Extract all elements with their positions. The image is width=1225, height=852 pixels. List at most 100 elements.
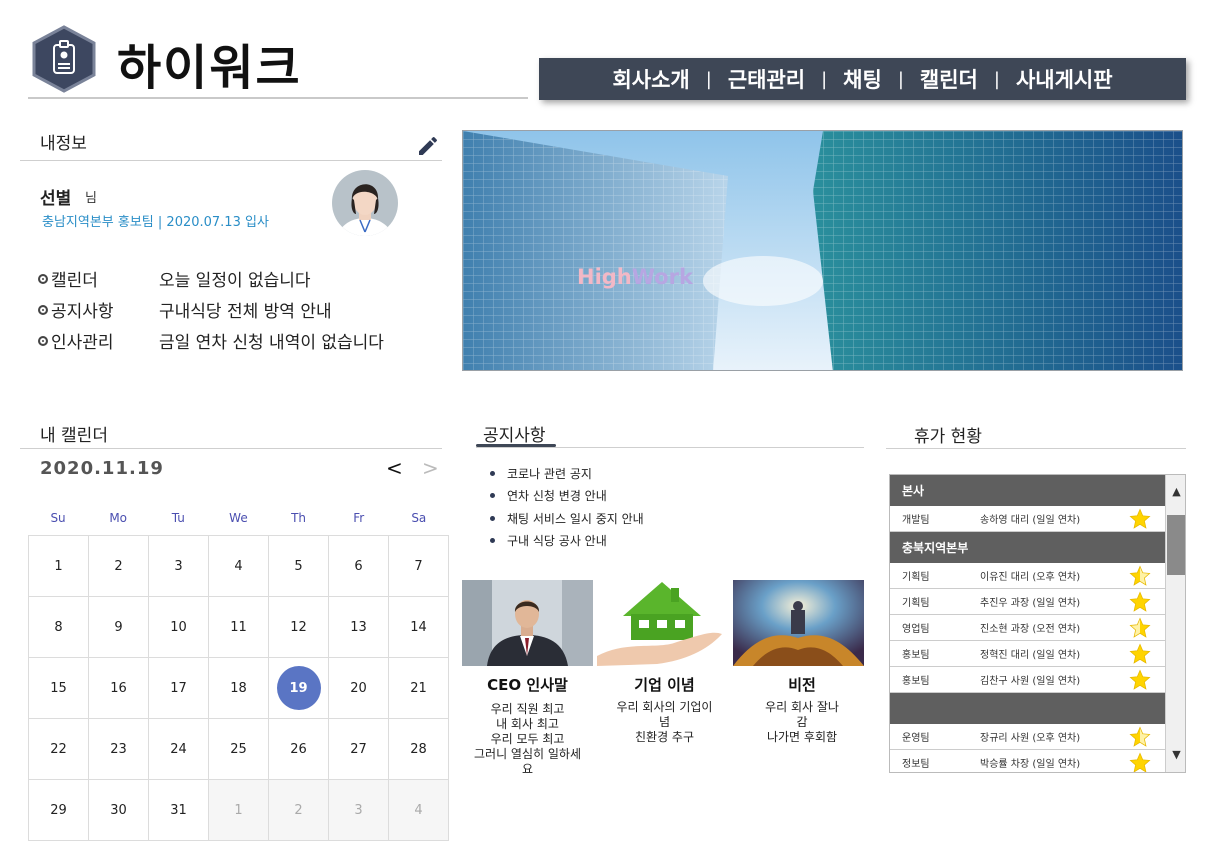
vacation-group-header: 본사: [890, 475, 1165, 506]
star-full-icon: [1125, 507, 1155, 530]
card-text-philosophy: 우리 회사의 기업이 념 친환경 추구: [616, 700, 713, 744]
notice-item[interactable]: 연차 신청 변경 안내: [490, 485, 644, 508]
calendar-day[interactable]: 15: [29, 658, 89, 719]
calendar-day[interactable]: 24: [149, 719, 209, 780]
notice-item[interactable]: 채팅 서비스 일시 중지 안내: [490, 507, 644, 530]
eco-house-photo[interactable]: [597, 580, 728, 666]
scroll-up-icon[interactable]: ▲: [1166, 481, 1185, 501]
calendar-day[interactable]: 13: [329, 597, 389, 658]
calendar-day[interactable]: 8: [29, 597, 89, 658]
info-row-label: 인사관리: [51, 333, 114, 353]
calendar-day[interactable]: 2: [89, 536, 149, 597]
info-row-value: 오늘 일정이 없습니다: [159, 271, 311, 291]
ceo-photo[interactable]: [462, 580, 593, 666]
calendar-day[interactable]: 27: [329, 719, 389, 780]
chevron-right-icon[interactable]: >: [422, 456, 439, 480]
calendar-day-today[interactable]: 19: [269, 658, 329, 719]
calendar-day[interactable]: 1: [29, 536, 89, 597]
calendar-day[interactable]: 22: [29, 719, 89, 780]
user-name-suffix: 님: [85, 191, 97, 206]
calendar-title: 내 캘린더: [40, 426, 108, 446]
nav-chat[interactable]: 채팅: [831, 64, 894, 94]
scrollbar-thumb[interactable]: [1167, 515, 1185, 575]
info-row-label: 공지사항: [51, 302, 114, 322]
info-row-hr[interactable]: 인사관리 금일 연차 신청 내역이 없습니다: [38, 328, 384, 353]
user-department: 충남지역본부 홍보팀 | 2020.07.13 입사: [42, 215, 269, 230]
vacation-row[interactable]: 기획팀 추진우 과장 (일일 연차): [890, 589, 1165, 615]
card-title-philosophy: 기업 이념: [634, 676, 695, 694]
calendar-day-next-month[interactable]: 1: [209, 780, 269, 841]
calendar-day[interactable]: 12: [269, 597, 329, 658]
nav-attendance[interactable]: 근태관리: [716, 64, 817, 94]
logo-icon[interactable]: [31, 25, 97, 93]
card-text-vision: 우리 회사 잘나 감 나가면 후회함: [765, 700, 839, 744]
calendar-day[interactable]: 29: [29, 780, 89, 841]
card-title-vision: 비전: [788, 676, 816, 694]
chevron-left-icon[interactable]: <: [386, 456, 403, 480]
calendar-day[interactable]: 9: [89, 597, 149, 658]
calendar-day[interactable]: 30: [89, 780, 149, 841]
nav-board[interactable]: 사내게시판: [1004, 64, 1125, 94]
weekday-label: Tu: [171, 511, 185, 525]
calendar-day[interactable]: 5: [269, 536, 329, 597]
calendar-day[interactable]: 23: [89, 719, 149, 780]
avatar[interactable]: [332, 170, 398, 236]
main-nav: 회사소개 | 근태관리 | 채팅 | 캘린더 | 사내게시판: [539, 58, 1186, 100]
edit-icon[interactable]: [416, 134, 440, 158]
banner-logo-work: Work: [631, 265, 693, 289]
calendar-day[interactable]: 31: [149, 780, 209, 841]
nav-separator: |: [821, 68, 828, 90]
vacation-group-header: [890, 693, 1165, 724]
calendar-day-next-month[interactable]: 2: [269, 780, 329, 841]
my-info-divider: [20, 160, 442, 161]
star-half-icon: [1125, 564, 1155, 587]
weekday-label: Mo: [109, 511, 128, 525]
vacation-row[interactable]: 홍보팀 김찬구 사원 (일일 연차): [890, 667, 1165, 693]
vacation-row[interactable]: 영업팀 진소현 과장 (오전 연차): [890, 615, 1165, 641]
card-text-ceo: 우리 직원 최고 내 회사 최고 우리 모두 최고 그러니 열심히 일하세 요: [474, 702, 581, 776]
calendar-day[interactable]: 25: [209, 719, 269, 780]
calendar-day[interactable]: 16: [89, 658, 149, 719]
calendar-day[interactable]: 14: [389, 597, 449, 658]
star-full-icon: [1125, 668, 1155, 691]
header-divider: [28, 97, 528, 99]
vacation-row[interactable]: 운영팀 장규리 사원 (오후 연차): [890, 724, 1165, 750]
star-full-icon: [1125, 751, 1155, 772]
calendar-day[interactable]: 7: [389, 536, 449, 597]
calendar-day[interactable]: 10: [149, 597, 209, 658]
notice-item[interactable]: 코로나 관련 공지: [490, 462, 644, 485]
vision-photo[interactable]: [733, 580, 864, 666]
vacation-scrollbar[interactable]: ▲ ▼: [1165, 475, 1185, 772]
user-name: 선별: [40, 189, 72, 209]
calendar-day[interactable]: 3: [149, 536, 209, 597]
info-row-notice[interactable]: 공지사항 구내식당 전체 방역 안내: [38, 297, 332, 322]
vacation-row[interactable]: 홍보팀 정혁진 대리 (일일 연차): [890, 641, 1165, 667]
calendar-day[interactable]: 11: [209, 597, 269, 658]
notice-title: 공지사항: [483, 426, 546, 446]
calendar-day[interactable]: 28: [389, 719, 449, 780]
nav-calendar[interactable]: 캘린더: [908, 64, 990, 94]
vacation-row[interactable]: 정보팀 박승률 차장 (일일 연차): [890, 750, 1165, 772]
calendar-day-next-month[interactable]: 4: [389, 780, 449, 841]
nav-company[interactable]: 회사소개: [600, 64, 701, 94]
calendar-day[interactable]: 20: [329, 658, 389, 719]
scroll-down-icon[interactable]: ▼: [1166, 744, 1185, 764]
vacation-row[interactable]: 기획팀 이유진 대리 (오후 연차): [890, 563, 1165, 589]
calendar-day[interactable]: 17: [149, 658, 209, 719]
calendar-day[interactable]: 26: [269, 719, 329, 780]
calendar-day[interactable]: 18: [209, 658, 269, 719]
calendar-day-next-month[interactable]: 3: [329, 780, 389, 841]
calendar-day[interactable]: 4: [209, 536, 269, 597]
weekday-label: Fr: [353, 511, 365, 525]
nav-separator: |: [705, 68, 712, 90]
vacation-row[interactable]: 개발팀 송하영 대리 (일일 연차): [890, 506, 1165, 532]
calendar-day[interactable]: 21: [389, 658, 449, 719]
notice-title-underline: [476, 444, 556, 447]
notice-list: 코로나 관련 공지 연차 신청 변경 안내 채팅 서비스 일시 중지 안내 구내…: [490, 462, 644, 552]
calendar-day[interactable]: 6: [329, 536, 389, 597]
banner-image: HighWork: [462, 130, 1183, 371]
calendar-divider: [20, 448, 442, 449]
notice-item[interactable]: 구내 식당 공사 안내: [490, 530, 644, 553]
weekday-label: We: [229, 511, 248, 525]
info-row-calendar[interactable]: 캘린더 오늘 일정이 없습니다: [38, 266, 311, 291]
